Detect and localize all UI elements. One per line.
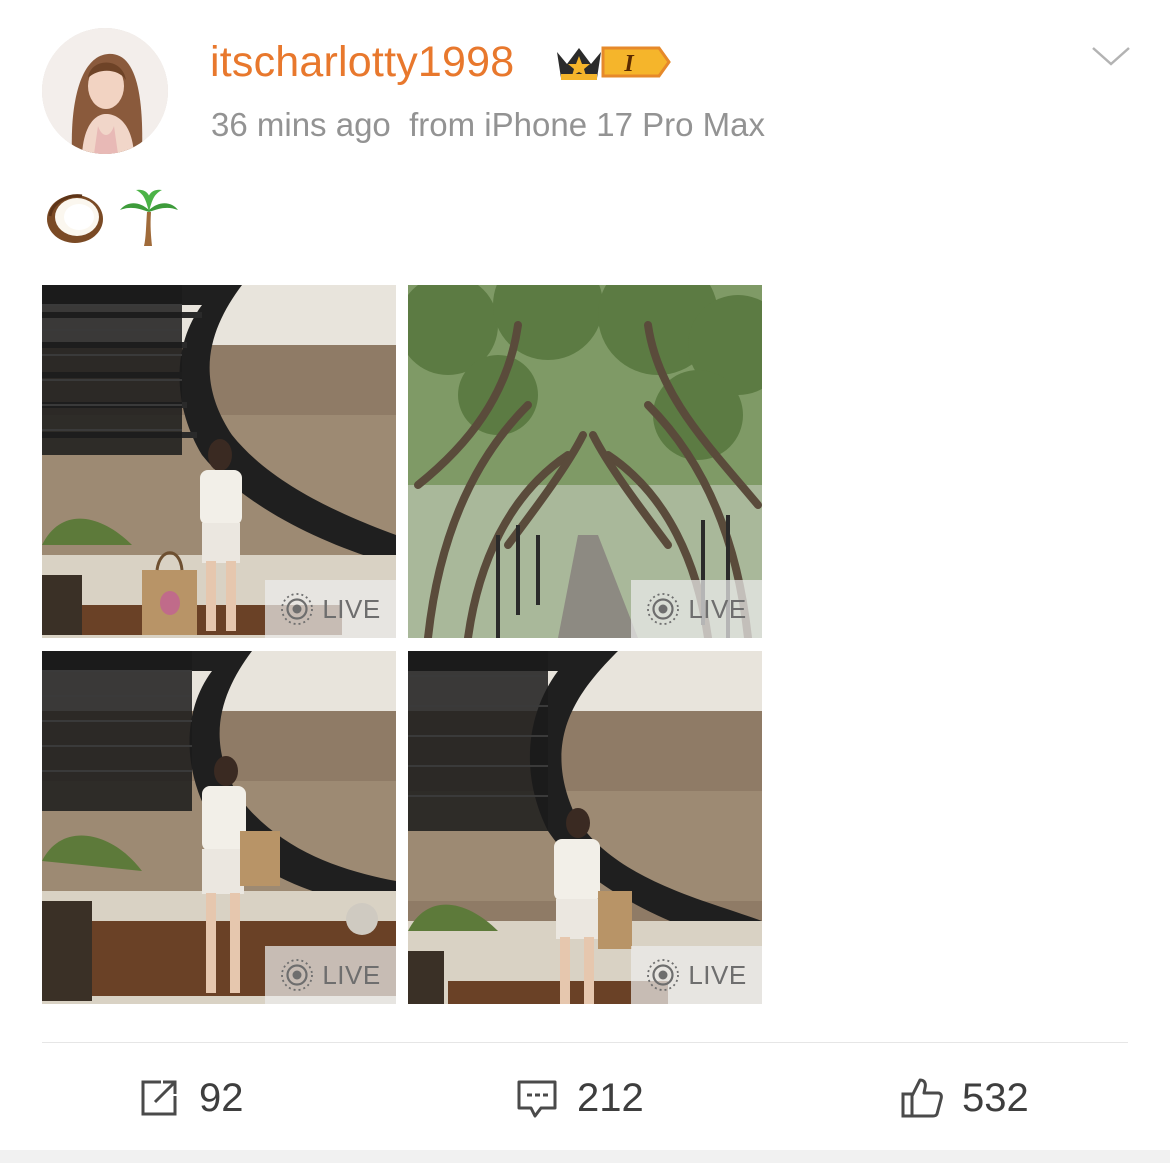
badge-level-text: I [623, 51, 635, 77]
thumbs-up-icon [901, 1078, 943, 1118]
comment-button[interactable]: 212 [515, 1070, 644, 1126]
live-photo-icon [647, 593, 680, 625]
chevron-down-icon[interactable] [1090, 44, 1132, 68]
live-label: LIVE [322, 959, 381, 990]
repost-icon [141, 1080, 177, 1116]
post-source: from iPhone 17 Pro Max [409, 106, 765, 143]
repost-button[interactable]: 92 [137, 1070, 244, 1126]
like-count: 532 [962, 1075, 1029, 1120]
post-meta: 36 mins ago from iPhone 17 Pro Max [211, 106, 765, 144]
live-photo-badge: LIVE [631, 946, 762, 1004]
post-content [44, 186, 180, 250]
comment-count: 212 [577, 1075, 644, 1120]
divider [42, 1042, 1128, 1043]
comment-icon [517, 1080, 557, 1118]
post-photo-4[interactable]: LIVE [408, 651, 762, 1004]
avatar[interactable] [42, 28, 168, 154]
vip-crown-badge[interactable]: I [553, 40, 673, 84]
live-photo-badge: LIVE [631, 580, 762, 638]
coconut-emoji [47, 194, 103, 243]
live-photo-badge: LIVE [265, 580, 396, 638]
post-timestamp: 36 mins ago [211, 106, 391, 143]
live-photo-badge: LIVE [265, 946, 396, 1004]
live-photo-icon [647, 959, 680, 991]
live-photo-icon [281, 959, 314, 991]
palm-tree-emoji [120, 189, 178, 246]
like-button[interactable]: 532 [900, 1070, 1029, 1126]
live-label: LIVE [688, 959, 747, 990]
live-photo-icon [281, 593, 314, 625]
post-photo-3[interactable]: LIVE [42, 651, 396, 1004]
username[interactable]: itscharlotty1998 [210, 38, 514, 87]
live-label: LIVE [322, 593, 381, 624]
post-photo-2[interactable]: LIVE [408, 285, 762, 638]
repost-count: 92 [199, 1075, 244, 1120]
live-label: LIVE [688, 593, 747, 624]
feed-separator [0, 1150, 1170, 1163]
post-photo-1[interactable]: LIVE [42, 285, 396, 638]
